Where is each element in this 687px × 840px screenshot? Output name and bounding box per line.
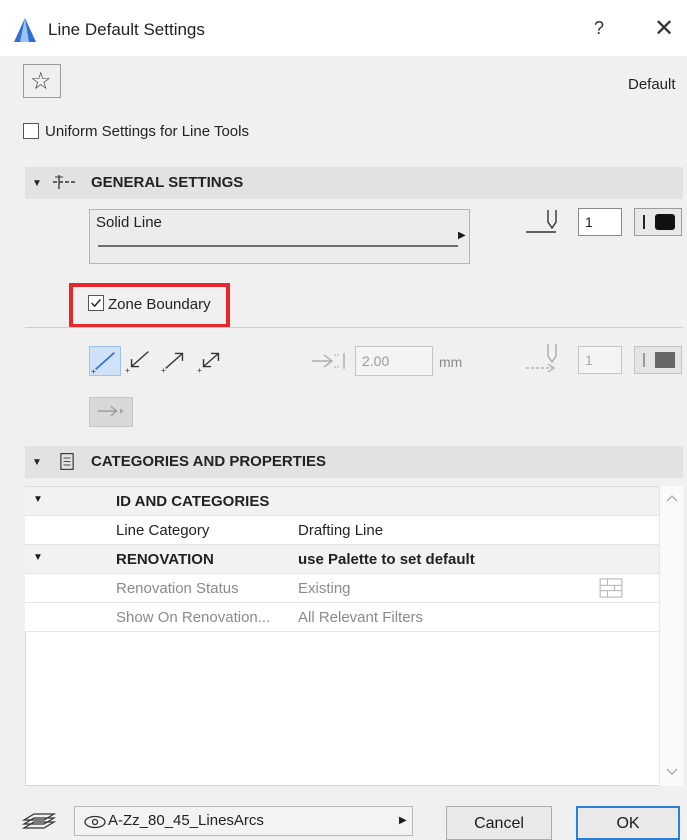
row-value: Existing [298, 580, 351, 597]
categories-header[interactable]: ▼ CATEGORIES AND PROPERTIES [25, 446, 683, 478]
row-value[interactable]: Drafting Line [298, 522, 383, 539]
line-tool-icon [53, 175, 77, 189]
renovation-palette-icon[interactable] [599, 578, 623, 598]
layers-icon [21, 813, 56, 829]
line-start-arrow-icon: + [125, 351, 149, 375]
table-row[interactable]: Renovation Status Existing [25, 574, 659, 603]
table-row[interactable]: Line Category Drafting Line [25, 516, 659, 545]
table-row[interactable]: ▼ RENOVATION use Palette to set default [25, 545, 659, 574]
uniform-settings-checkbox[interactable] [23, 123, 39, 139]
svg-text:+: + [125, 365, 130, 374]
row-key: Line Category [116, 522, 210, 539]
row-key: Renovation Status [116, 580, 239, 597]
cancel-button[interactable]: Cancel [446, 806, 552, 840]
pen-icon [526, 210, 557, 233]
zone-boundary-highlight [69, 283, 230, 328]
line-type-name: Solid Line [96, 214, 162, 231]
chevron-right-icon: ▶ [458, 230, 466, 241]
scroll-down-icon[interactable] [660, 766, 684, 778]
star-icon: ☆ [30, 68, 52, 95]
line-no-arrow-icon: + [91, 351, 115, 376]
row-key: ID AND CATEGORIES [116, 493, 270, 510]
row-key: Show On Renovation... [116, 609, 271, 626]
categories-title: CATEGORIES AND PROPERTIES [91, 453, 327, 470]
scroll-up-icon[interactable] [660, 492, 684, 504]
eye-icon [84, 815, 106, 829]
properties-scrollbar[interactable] [659, 486, 683, 786]
help-button[interactable]: ? [594, 18, 604, 39]
arrow-direction-button[interactable] [89, 397, 133, 427]
svg-text:+: + [197, 365, 202, 374]
pen-color-swatch[interactable] [634, 208, 682, 236]
arrow-both-button[interactable]: + [196, 346, 228, 376]
collapse-arrow-icon[interactable]: ▼ [33, 494, 43, 505]
arrow-end-button[interactable]: + [160, 346, 192, 376]
line-type-preview [98, 245, 458, 247]
arrow-pen-color-swatch[interactable] [634, 346, 682, 374]
table-row[interactable]: Show On Renovation... All Relevant Filte… [25, 603, 659, 632]
arrow-right-icon [97, 405, 124, 417]
unit-label: mm [439, 354, 463, 370]
favorite-name-label: Default [628, 76, 676, 93]
layer-name: A-Zz_80_45_LinesArcs [108, 812, 264, 829]
svg-text:+: + [91, 366, 96, 375]
arrow-pen-number-input[interactable]: 1 [578, 346, 622, 374]
row-value: All Relevant Filters [298, 609, 424, 626]
general-settings-title: GENERAL SETTINGS [91, 174, 244, 191]
collapse-arrow-icon[interactable]: ▼ [32, 457, 42, 468]
line-end-arrow-icon: + [161, 352, 184, 375]
section-divider [25, 327, 683, 328]
arrow-pen-icon [526, 344, 557, 373]
svg-text:+: + [161, 365, 166, 374]
arrowhead-size-icon [312, 353, 345, 369]
collapse-arrow-icon[interactable]: ▼ [32, 178, 42, 189]
arrowhead-size-input[interactable]: 2.00 [355, 346, 433, 376]
archicad-app-icon [14, 18, 36, 42]
chevron-right-icon: ▶ [399, 815, 407, 826]
document-icon [60, 453, 74, 470]
window-title: Line Default Settings [48, 20, 205, 39]
row-key: RENOVATION [116, 551, 214, 568]
close-button[interactable]: ✕ [654, 14, 674, 43]
collapse-arrow-icon[interactable]: ▼ [33, 552, 43, 563]
pen-number-input[interactable]: 1 [578, 208, 622, 236]
arrow-start-button[interactable]: + [124, 346, 156, 376]
favorites-button[interactable]: ☆ [23, 64, 61, 98]
row-value: use Palette to set default [298, 551, 475, 568]
line-both-arrows-icon: + [197, 352, 220, 375]
uniform-settings-label: Uniform Settings for Line Tools [45, 123, 249, 140]
arrow-none-button[interactable]: + [89, 346, 121, 376]
general-settings-header[interactable]: ▼ GENERAL SETTINGS [25, 167, 683, 199]
ok-button[interactable]: OK [576, 806, 680, 840]
table-row[interactable]: ▼ ID AND CATEGORIES [25, 487, 659, 516]
